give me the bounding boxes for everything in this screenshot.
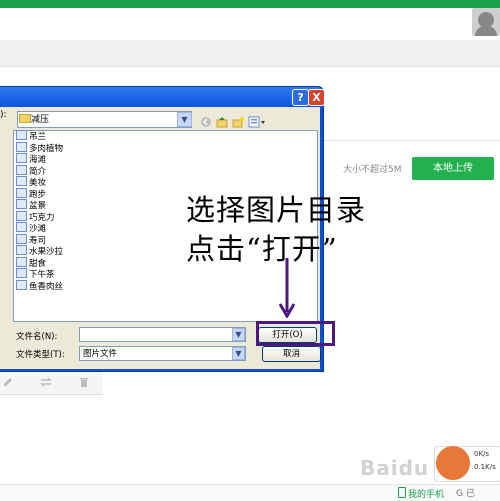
- download-speed: 0.1K/s: [474, 463, 496, 471]
- swap-icon[interactable]: [40, 376, 52, 388]
- folder-icon: [19, 114, 31, 123]
- list-item-label: 多肉植物: [29, 143, 64, 154]
- image-file-icon: [16, 222, 27, 232]
- list-item-label: 美妆: [29, 178, 47, 188]
- lookin-dropdown-icon[interactable]: ▼: [177, 112, 192, 127]
- list-item[interactable]: 鱼香肉丝: [16, 279, 64, 292]
- image-file-icon: [16, 141, 27, 152]
- list-item[interactable]: 盆景: [16, 199, 46, 211]
- list-item[interactable]: 海滩: [16, 153, 46, 165]
- list-item-label: 沙滩: [29, 224, 47, 234]
- image-file-icon: [16, 153, 27, 163]
- list-item[interactable]: 甜食: [16, 256, 47, 269]
- image-file-icon: [16, 268, 27, 278]
- image-file-icon: [16, 256, 27, 267]
- filetype-label: 文件类型(T):: [16, 350, 65, 360]
- top-green-bar: [0, 0, 500, 8]
- list-item[interactable]: 水果沙拉: [16, 245, 63, 257]
- up-folder-icon[interactable]: [216, 113, 228, 128]
- list-item-label: 寿司: [29, 235, 47, 246]
- help-button[interactable]: ?: [292, 89, 309, 106]
- upload-speed: 0K/s: [474, 450, 490, 458]
- view-menu-icon[interactable]: [248, 113, 266, 128]
- filetype-value: 图片文件: [83, 349, 118, 359]
- down-arrow-icon: [276, 258, 298, 322]
- filename-dropdown-icon[interactable]: ▼: [232, 328, 245, 341]
- list-item-label: 盆景: [29, 201, 47, 211]
- image-file-icon: [16, 279, 27, 290]
- list-item[interactable]: 美妆: [16, 176, 46, 188]
- list-item-label: 水果沙拉: [29, 247, 64, 257]
- list-item-label: 鱼香肉丝: [29, 281, 64, 292]
- list-item[interactable]: 吊兰: [16, 130, 46, 142]
- user-avatar[interactable]: [472, 8, 500, 36]
- image-file-icon: [16, 199, 27, 209]
- dialog-titlebar[interactable]: [0, 87, 323, 107]
- image-file-icon: [16, 164, 27, 175]
- filename-label: 文件名(N):: [16, 332, 58, 342]
- list-item[interactable]: 寿司: [16, 233, 47, 246]
- header-band: [0, 40, 500, 67]
- list-item[interactable]: 简介: [16, 164, 47, 177]
- lookin-value: 减压: [31, 115, 50, 125]
- list-item[interactable]: 巧克力: [16, 210, 55, 223]
- list-item[interactable]: 跑步: [16, 187, 47, 200]
- image-file-icon: [16, 130, 27, 140]
- lookin-label: ):: [0, 110, 7, 120]
- trash-icon[interactable]: [78, 376, 90, 388]
- annotation-line-2: 点击“打开”: [186, 232, 338, 266]
- image-file-icon: [16, 245, 27, 255]
- annotation-line-1: 选择图片目录: [186, 193, 367, 227]
- list-item-label: 吊兰: [29, 132, 47, 142]
- image-file-icon: [16, 176, 27, 186]
- list-item-label: 甜食: [29, 258, 47, 269]
- close-button[interactable]: X: [308, 89, 325, 106]
- local-upload-button[interactable]: 本地上传: [412, 157, 494, 180]
- list-item[interactable]: 多肉植物: [16, 141, 64, 154]
- image-file-icon: [16, 233, 27, 244]
- my-phone-link[interactable]: 我的手机: [408, 487, 444, 500]
- list-item-label: 跑步: [29, 189, 47, 200]
- filetype-dropdown-icon[interactable]: ▼: [232, 347, 245, 360]
- footer-extra-text: G 已: [456, 489, 475, 499]
- list-item[interactable]: 下午茶: [16, 268, 55, 280]
- image-file-icon: [16, 210, 27, 221]
- phone-icon: [398, 487, 406, 498]
- cancel-button[interactable]: 取消: [262, 346, 321, 362]
- edit-icon[interactable]: [2, 376, 14, 388]
- size-limit-label: 大小不超过5M: [343, 165, 402, 175]
- list-item-label: 简介: [29, 166, 47, 177]
- list-item-label: 下午茶: [29, 270, 55, 280]
- list-item-label: 海滩: [29, 155, 47, 165]
- image-file-icon: [16, 187, 27, 198]
- speed-circle-icon[interactable]: [436, 446, 470, 480]
- new-folder-icon[interactable]: [232, 113, 244, 128]
- open-button-highlight: [256, 321, 335, 346]
- filename-input[interactable]: [79, 327, 246, 342]
- list-item[interactable]: 沙滩: [16, 222, 46, 234]
- list-item-label: 巧克力: [29, 212, 55, 223]
- back-icon[interactable]: [200, 113, 212, 127]
